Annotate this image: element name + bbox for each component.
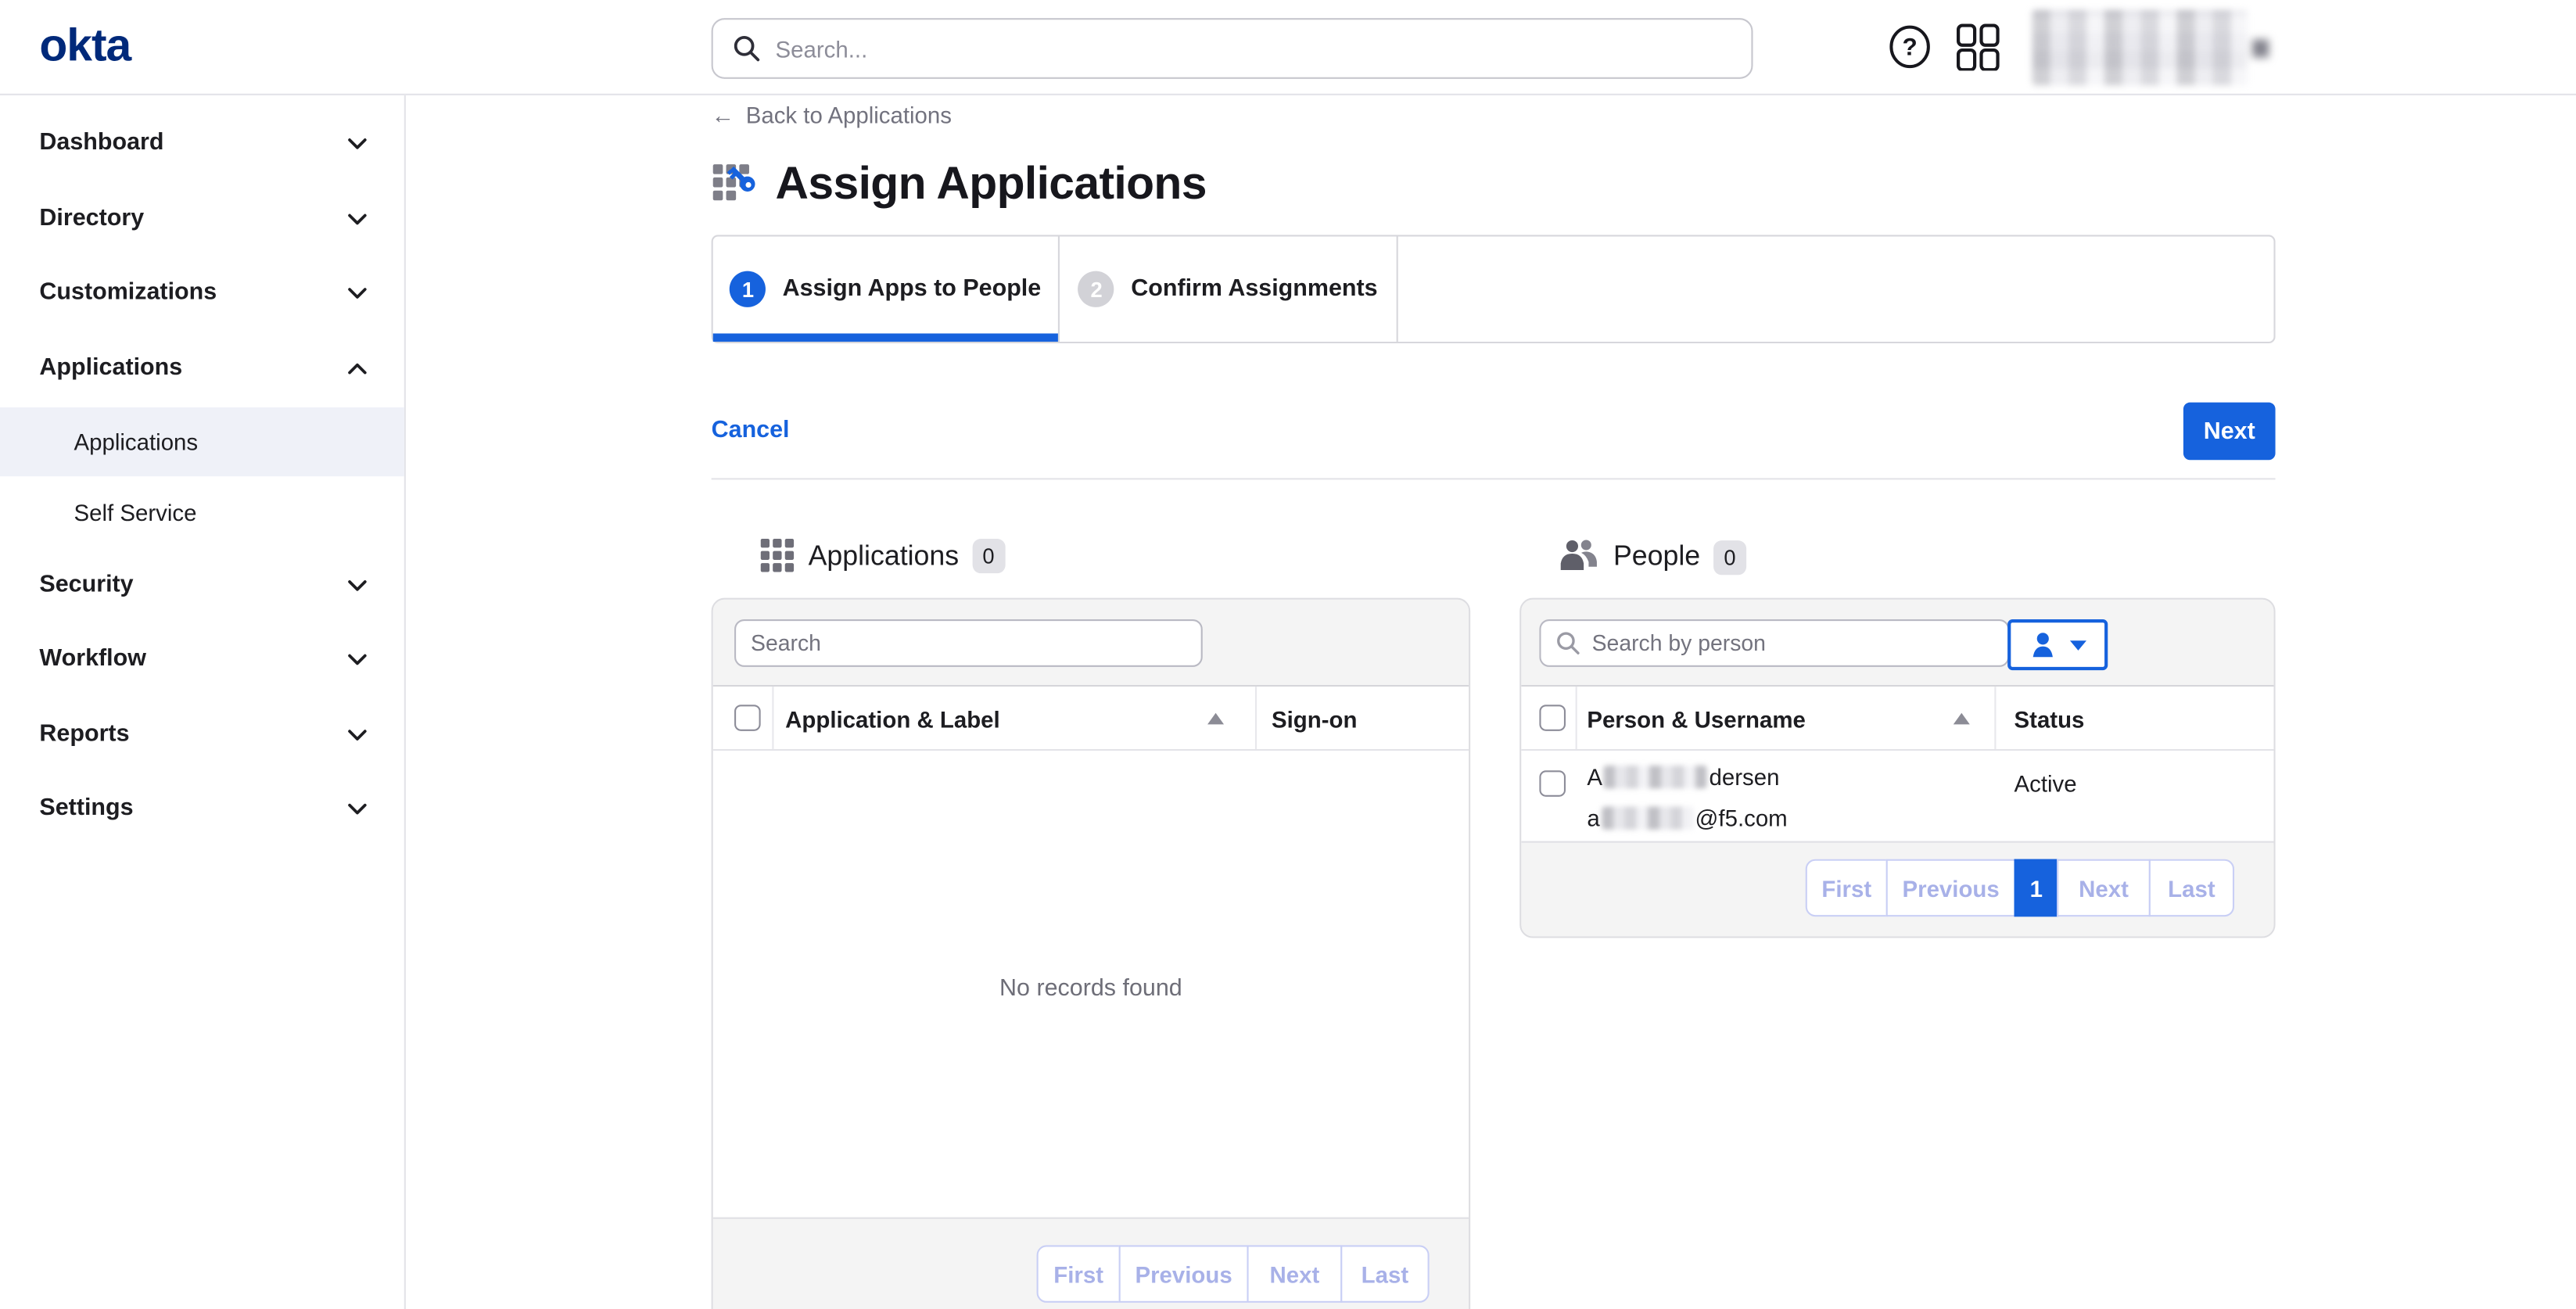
people-pagination: First Previous 1 Next Last [1806,859,2234,917]
people-icon [1559,539,1601,575]
people-page-next[interactable]: Next [2057,859,2151,917]
applications-panel-footer: First Previous Next Last [713,1218,1469,1309]
applications-pagination: First Previous Next Last [1037,1245,1430,1303]
people-section-label: People [1613,540,1700,573]
okta-logo[interactable]: okta [39,20,131,72]
people-search-input[interactable] [1592,631,1993,656]
sidebar-item-workflow[interactable]: Workflow [0,624,404,693]
no-records-text: No records found [713,976,1469,1002]
tab-assign-apps-to-people[interactable]: 1 Assign Apps to People [713,237,1060,342]
applications-search-area [713,600,1469,687]
applications-count-badge: 0 [972,539,1005,573]
back-to-applications-link[interactable]: ← Back to Applications [712,102,952,128]
people-panel-footer: First Previous 1 Next Last [1521,841,2273,937]
applications-table-header: Application & Label Sign-on [713,687,1469,751]
page-title: Assign Applications [776,158,1207,210]
page-title-row: Assign Applications [712,158,1207,210]
column-person-username[interactable]: Person & Username [1587,706,1806,733]
sort-asc-icon [1207,713,1224,725]
sidebar-item-security[interactable]: Security [0,550,404,619]
sidebar-item-reports[interactable]: Reports [0,700,404,769]
person-row-checkbox[interactable] [1539,770,1566,797]
chevron-down-icon [345,573,370,598]
global-search-input[interactable] [776,35,1732,62]
okta-admin-console: okta ? Dashboa [0,0,2576,1309]
top-bar: okta ? [0,0,2576,95]
search-icon [733,34,761,63]
people-panel: Person & Username Status Adersen a@f5.co… [1519,598,2275,938]
sort-asc-icon [1954,713,1970,725]
step-1-badge: 1 [730,271,766,307]
chevron-down-icon [345,131,370,156]
people-search-area [1521,600,2273,687]
tab-confirm-assignments[interactable]: 2 Confirm Assignments [1060,237,1398,342]
cancel-link[interactable]: Cancel [712,418,790,444]
search-icon [1555,631,1580,656]
applications-page-previous[interactable]: Previous [1119,1245,1249,1303]
app-switcher-icon[interactable] [1955,23,2001,69]
people-count-badge: 0 [1713,540,1746,574]
applications-page-next[interactable]: Next [1247,1245,1342,1303]
sidebar-nav: Dashboard Directory Customizations Appli… [0,95,406,1309]
redacted-email [1602,806,1694,829]
person-name: Adersen [1587,764,1779,791]
step-2-badge: 2 [1078,271,1114,307]
user-menu-caret-icon[interactable] [2252,39,2269,57]
applications-table-body: No records found [713,751,1469,1219]
applications-section-header: Applications 0 [761,539,1005,573]
wizard-steps: 1 Assign Apps to People 2 Confirm Assign… [712,235,2276,343]
applications-grid-icon [761,539,795,573]
caret-down-icon [2069,640,2086,650]
assign-applications-icon [712,159,762,210]
column-sign-on[interactable]: Sign-on [1272,706,1357,733]
sidebar-item-applications[interactable]: Applications [0,333,404,402]
sidebar-item-directory[interactable]: Directory [0,184,404,253]
person-status: Active [2015,770,2077,797]
people-search-box [1539,619,2009,667]
chevron-down-icon [345,723,370,748]
chevron-down-icon [345,647,370,672]
divider [712,478,2276,479]
help-icon[interactable]: ? [1886,23,1932,69]
applications-search-box [734,619,1203,667]
column-status[interactable]: Status [2015,706,2085,733]
sidebar-item-settings[interactable]: Settings [0,773,404,842]
svg-text:?: ? [1901,32,1916,60]
people-section-header: People 0 [1559,539,1746,575]
redacted-name [1604,766,1707,788]
column-application-label[interactable]: Application & Label [785,706,1000,733]
select-all-people-checkbox[interactable] [1539,705,1566,731]
sidebar-subitem-self-service[interactable]: Self Service [0,478,404,547]
global-search [712,18,1753,79]
people-filter-button[interactable] [2007,619,2108,670]
chevron-down-icon [345,797,370,822]
sidebar-subitem-applications[interactable]: Applications [0,407,404,476]
people-page-first[interactable]: First [1806,859,1888,917]
applications-panel: Application & Label Sign-on No records f… [712,598,1471,1309]
people-page-1[interactable]: 1 [2015,859,2059,917]
user-menu[interactable] [2032,10,2248,86]
applications-search-input[interactable] [751,631,1186,656]
applications-page-last[interactable]: Last [1340,1245,1429,1303]
person-username: a@f5.com [1587,805,1787,831]
sidebar-item-customizations[interactable]: Customizations [0,258,404,327]
person-icon [2029,632,2054,658]
chevron-up-icon [345,357,370,382]
people-table-header: Person & Username Status [1521,687,2273,751]
back-arrow-icon: ← [712,102,734,128]
chevron-down-icon [345,207,370,232]
chevron-down-icon [345,281,370,306]
applications-page-first[interactable]: First [1037,1245,1121,1303]
person-row: Adersen a@f5.com Active [1521,751,2273,845]
sidebar-item-dashboard[interactable]: Dashboard [0,109,404,178]
next-button[interactable]: Next [2183,403,2276,461]
people-page-previous[interactable]: Previous [1886,859,2016,917]
applications-section-label: Applications [809,540,960,572]
select-all-applications-checkbox[interactable] [734,705,761,731]
people-page-last[interactable]: Last [2149,859,2234,917]
